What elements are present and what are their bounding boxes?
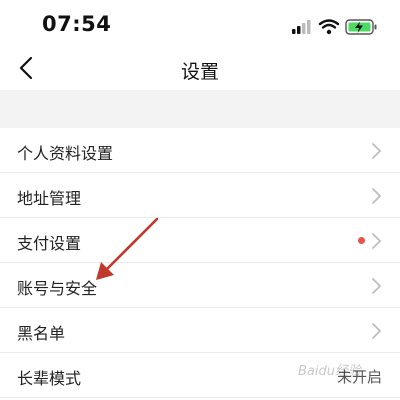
battery-charging-icon (345, 19, 377, 35)
settings-item-label: 个人资料设置 (17, 144, 114, 163)
settings-item-account-security[interactable]: 账号与安全 (0, 263, 400, 308)
chevron-right-icon (372, 323, 381, 339)
chevron-right-icon (372, 143, 381, 159)
wifi-icon (318, 19, 340, 35)
watermark: Baidu经验 (298, 364, 361, 379)
settings-item-label: 账号与安全 (17, 279, 98, 298)
settings-item-profile[interactable]: 个人资料设置 (0, 128, 400, 173)
settings-item-label: 长辈模式 (17, 369, 82, 388)
settings-item-label: 黑名单 (17, 324, 66, 343)
status-time: 07:54 (42, 12, 112, 36)
settings-item-address[interactable]: 地址管理 (0, 173, 400, 218)
settings-item-blacklist[interactable]: 黑名单 (0, 308, 400, 353)
chevron-right-icon (372, 278, 381, 294)
settings-screen: 07:54 设置 个人资料设置 地址管理 支付设置 账号与安全 黑名单 长辈模式… (0, 0, 400, 400)
settings-list: 个人资料设置 地址管理 支付设置 账号与安全 黑名单 长辈模式 未开启 (0, 128, 400, 398)
settings-item-label: 支付设置 (17, 234, 82, 253)
chevron-right-icon (372, 188, 381, 204)
signal-icon (292, 20, 311, 34)
notification-dot (358, 237, 365, 244)
status-bar: 07:54 (0, 0, 400, 50)
nav-bar: 设置 (0, 50, 400, 90)
section-divider (0, 90, 400, 128)
page-title: 设置 (180, 61, 219, 83)
settings-item-payment[interactable]: 支付设置 (0, 218, 400, 263)
settings-item-label: 地址管理 (17, 189, 82, 208)
status-icons (292, 19, 377, 35)
chevron-right-icon (372, 233, 381, 249)
